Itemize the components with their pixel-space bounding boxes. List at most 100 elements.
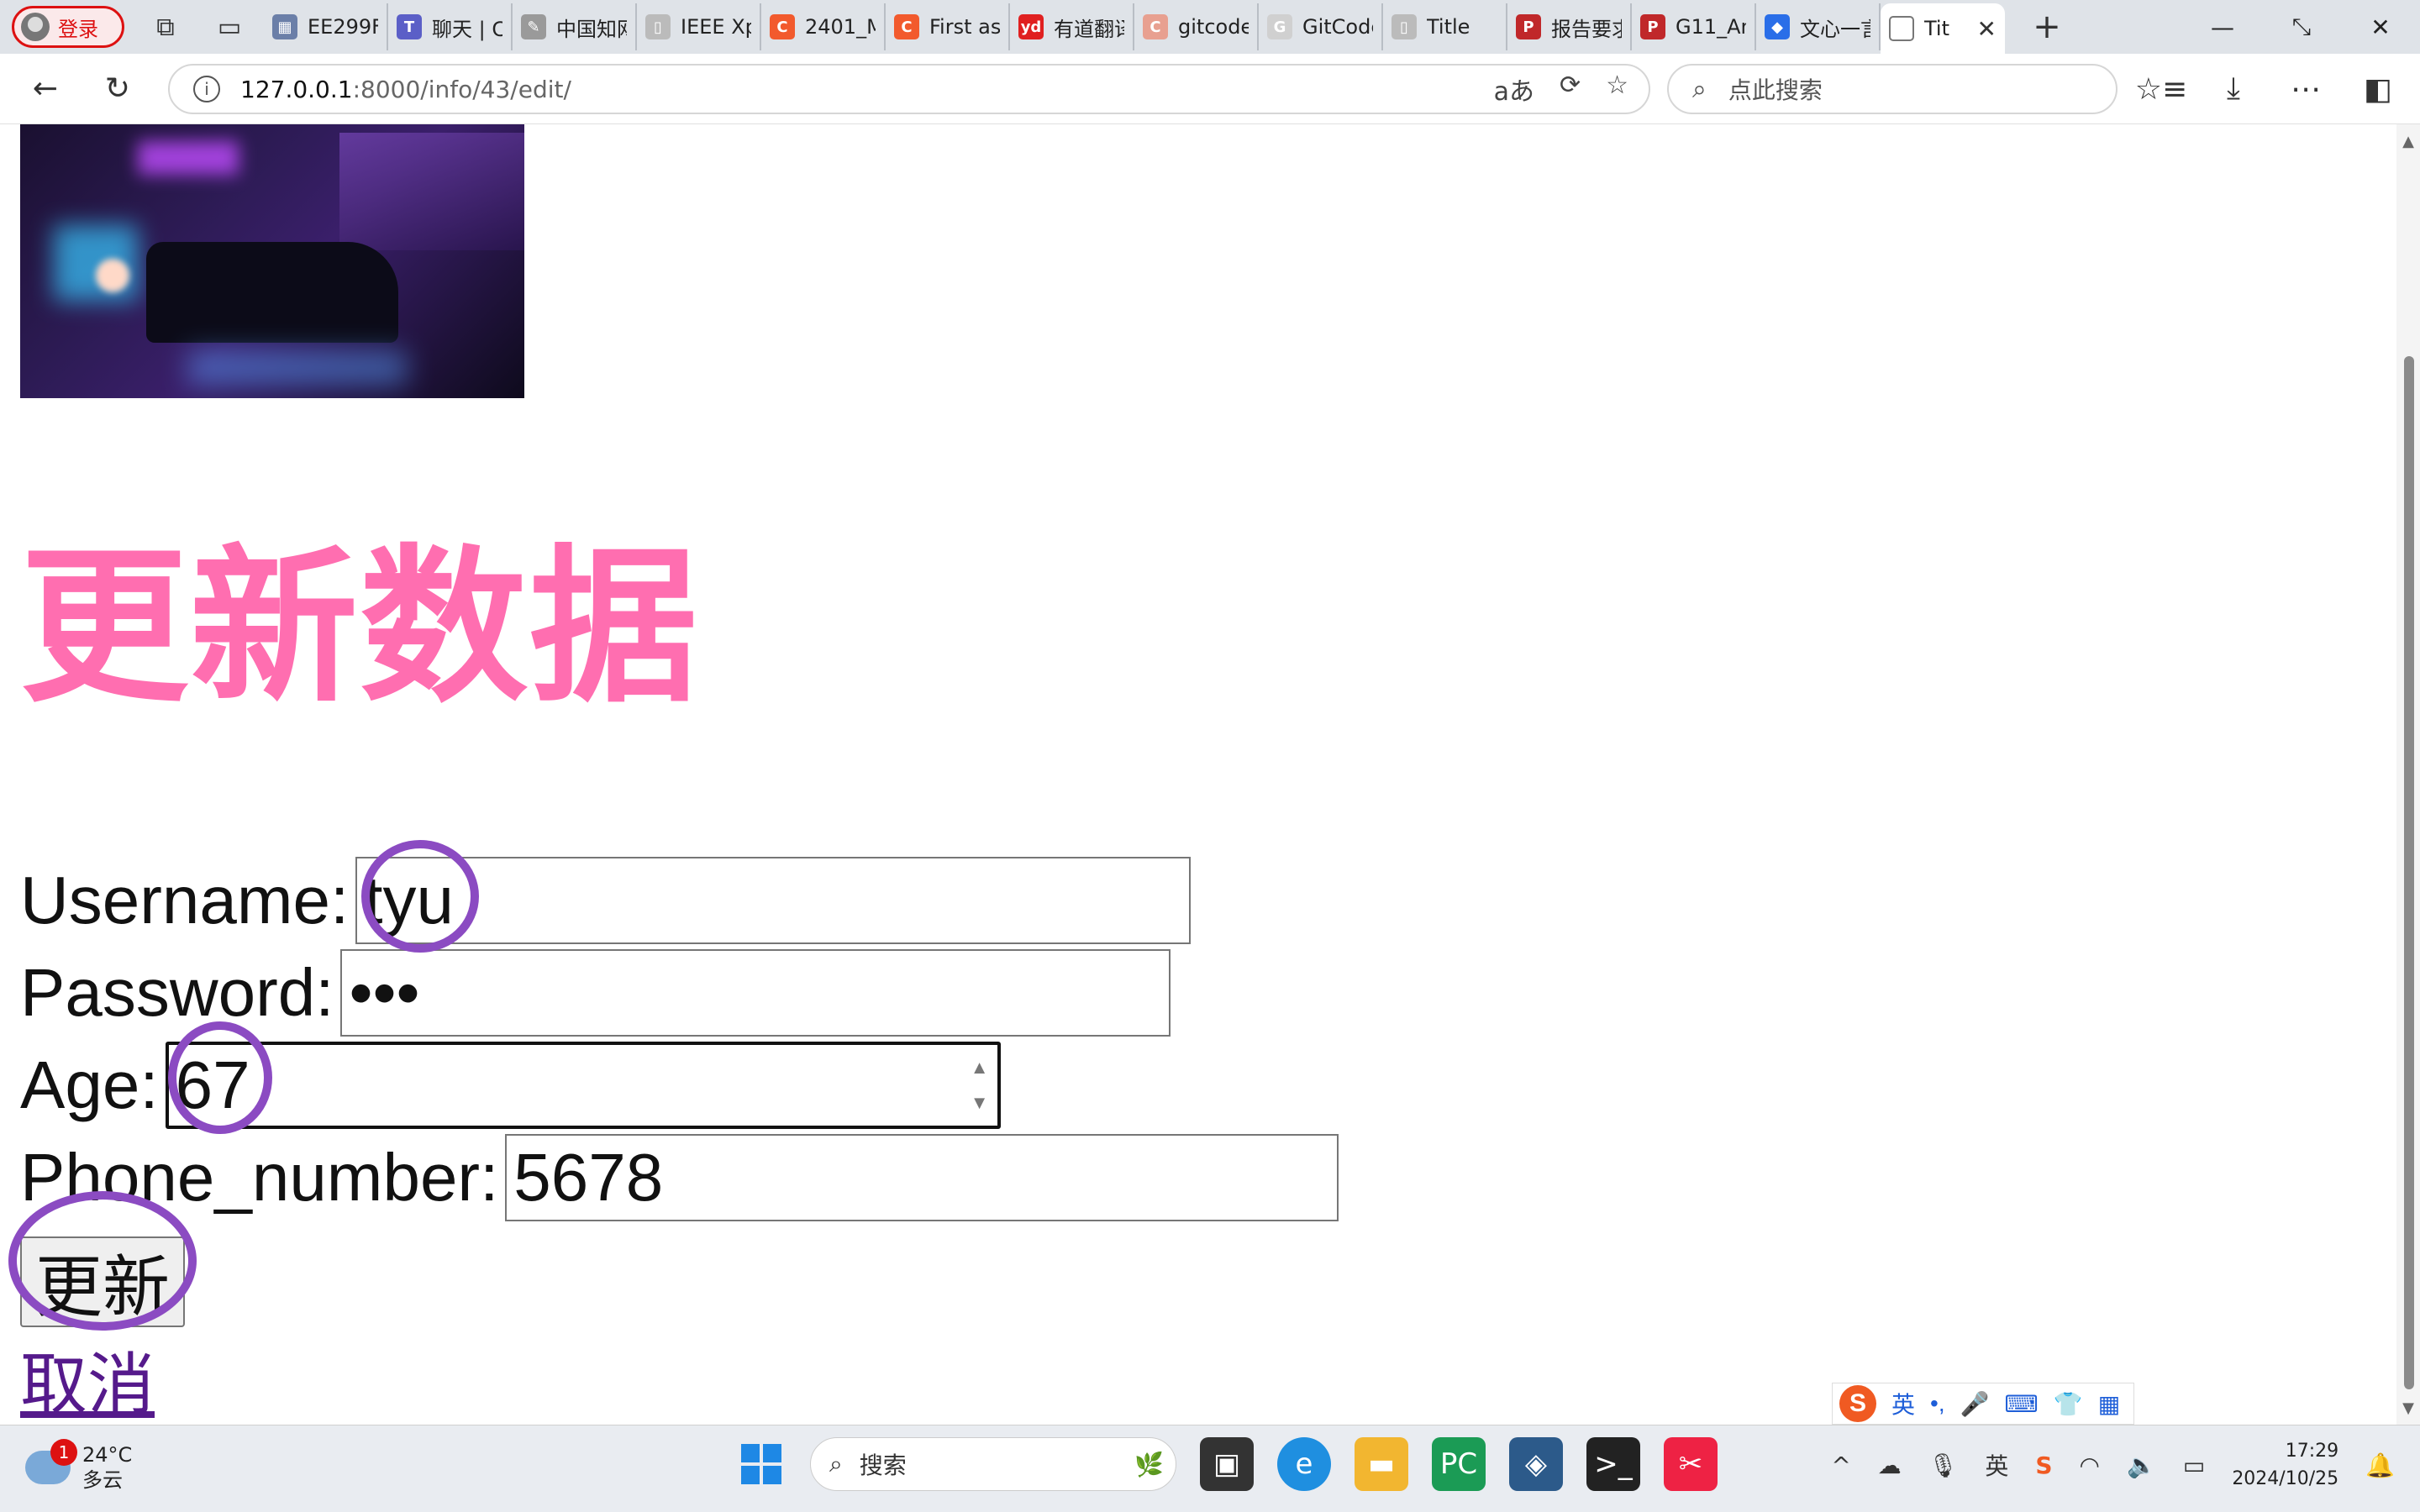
browser-tab[interactable]: ▦ EE299F2: [264, 3, 388, 50]
browser-tab[interactable]: P 报告要求: [1507, 3, 1632, 50]
browser-tab[interactable]: yd 有道翻译: [1010, 3, 1134, 50]
start-button[interactable]: [736, 1439, 786, 1489]
skin-icon[interactable]: 👕: [2054, 1390, 2083, 1418]
ime-punct[interactable]: •,: [1930, 1390, 1945, 1417]
tab-list: ▦ EE299F2 T 聊天 | C ✎ 中国知网 ▯ IEEE Xpl C 2401_M C Fir…: [264, 0, 1881, 54]
snipping-tool-icon[interactable]: ✂: [1664, 1437, 1718, 1491]
password-row: Password: •••: [20, 949, 1171, 1037]
browser-toolbar: ← ↻ i 127.0.0.1:8000/info/43/edit/ aあ ⟳ …: [0, 54, 2420, 124]
wifi-icon[interactable]: ◠: [2080, 1452, 2100, 1479]
favorites-icon: ☆≡: [2134, 71, 2188, 107]
username-input[interactable]: tyu: [355, 857, 1192, 944]
update-button[interactable]: 更新: [20, 1236, 185, 1327]
profile-button[interactable]: 登录: [12, 6, 124, 48]
collections-icon[interactable]: ⧉: [143, 4, 188, 50]
tab-favicon-icon: ▯: [1392, 14, 1417, 39]
more-icon: ⋯: [2291, 71, 2321, 107]
address-bar[interactable]: i 127.0.0.1:8000/info/43/edit/ aあ ⟳ ☆: [168, 64, 1650, 114]
tab-label: Title: [1427, 15, 1470, 39]
profile-label: 登录: [58, 17, 98, 41]
tab-favicon-icon: G: [1267, 14, 1292, 39]
ime-toolbar[interactable]: S 英 •, 🎤 ⌨ 👕 ▦: [1832, 1383, 2134, 1425]
address-actions: aあ ⟳ ☆: [1494, 71, 1628, 108]
battery-icon[interactable]: ▭: [2183, 1452, 2205, 1479]
back-button[interactable]: ←: [20, 64, 71, 114]
age-row: Age: 67 ▲ ▼: [20, 1042, 1001, 1129]
tab-active[interactable]: Tit ✕: [1881, 3, 2005, 54]
spin-down-icon[interactable]: ▼: [971, 1092, 989, 1114]
edge-browser-icon[interactable]: e: [1277, 1437, 1331, 1491]
sogou-tray-icon[interactable]: S: [2035, 1452, 2052, 1479]
restore-button[interactable]: ⤡: [2262, 0, 2341, 54]
search-box[interactable]: ⌕ 点此搜索: [1667, 64, 2118, 114]
downloads-button[interactable]: ⤓: [2208, 64, 2259, 114]
tab-label: 聊天 | C: [432, 17, 502, 41]
cancel-link[interactable]: 取消: [20, 1331, 155, 1425]
more-button[interactable]: ⋯: [2281, 64, 2331, 114]
browser-tab[interactable]: P G11_An: [1632, 3, 1756, 50]
ime-mode[interactable]: 英: [1891, 1387, 1915, 1420]
weather-temp: 24°C: [82, 1443, 133, 1467]
clock[interactable]: 17:29 2024/10/25: [2232, 1437, 2338, 1493]
password-input[interactable]: •••: [340, 949, 1171, 1037]
search-placeholder: 点此搜索: [1728, 76, 1823, 104]
ime-indicator[interactable]: 英: [1985, 1448, 2008, 1482]
weather-widget[interactable]: 1 24°C 多云: [25, 1439, 133, 1493]
browser-tab[interactable]: T 聊天 | C: [388, 3, 513, 50]
favorites-button[interactable]: ☆≡: [2134, 64, 2188, 114]
phone-label: Phone_number:: [20, 1140, 499, 1215]
taskbar: 1 24°C 多云 ⌕ 搜索 🌿 ▣ e ▬ PC ◈ >_ ✂ ^ ☁ 🎙 英…: [0, 1425, 2420, 1512]
microphone-icon[interactable]: 🎙: [1928, 1452, 1959, 1479]
browser-tab[interactable]: ◆ 文心一言: [1756, 3, 1881, 50]
tab-favicon-icon: yd: [1018, 14, 1044, 39]
close-window-button[interactable]: ✕: [2341, 0, 2420, 54]
notification-bell-icon[interactable]: 🔔: [2365, 1452, 2395, 1479]
scroll-up-icon[interactable]: ▲: [2400, 133, 2417, 150]
browser-tab[interactable]: ▯ IEEE Xpl: [637, 3, 761, 50]
page-scrollbar[interactable]: ▲ ▼: [2396, 124, 2420, 1425]
speaker-muted-icon[interactable]: 🔈: [2127, 1452, 2156, 1479]
age-spinner[interactable]: ▲ ▼: [971, 1057, 989, 1114]
tab-actions-icon[interactable]: ▭: [207, 4, 252, 50]
clock-time: 17:29: [2285, 1441, 2339, 1462]
info-icon[interactable]: i: [193, 76, 220, 102]
pycharm-icon[interactable]: PC: [1432, 1437, 1486, 1491]
search-icon: ⌕: [829, 1450, 843, 1478]
page-content: 更新数据 Username: tyu Password: ••• Age: 67…: [0, 124, 2396, 1425]
close-tab-icon[interactable]: ✕: [1977, 15, 1996, 43]
arrow-left-icon: ←: [32, 71, 59, 106]
browser-tab[interactable]: C 2401_M: [761, 3, 886, 50]
tab-favicon-icon: ◆: [1765, 14, 1790, 39]
chevron-up-icon[interactable]: ^: [1831, 1452, 1850, 1479]
minimize-button[interactable]: —: [2183, 0, 2262, 54]
scroll-thumb[interactable]: [2404, 356, 2414, 1389]
new-tab-button[interactable]: +: [2022, 2, 2072, 52]
mysql-workbench-icon[interactable]: ◈: [1509, 1437, 1563, 1491]
taskbar-search[interactable]: ⌕ 搜索 🌿: [810, 1437, 1176, 1491]
scroll-down-icon[interactable]: ▼: [2400, 1399, 2417, 1417]
avatar-icon: [21, 13, 50, 41]
keyboard-icon[interactable]: ⌨: [2004, 1390, 2038, 1418]
task-view-icon[interactable]: ▣: [1200, 1437, 1254, 1491]
browser-tab[interactable]: G GitCode: [1259, 3, 1383, 50]
browser-tab[interactable]: Cgitcode: [1134, 3, 1259, 50]
favorite-star-icon[interactable]: ☆: [1606, 71, 1628, 108]
grid-menu-icon[interactable]: ▦: [2098, 1390, 2120, 1418]
microphone-icon[interactable]: 🎤: [1960, 1390, 1990, 1418]
spin-up-icon[interactable]: ▲: [971, 1057, 989, 1079]
terminal-icon[interactable]: >_: [1586, 1437, 1640, 1491]
cloud-icon: 1: [25, 1439, 77, 1484]
phone-input[interactable]: 5678: [505, 1134, 1339, 1221]
sync-icon[interactable]: ⟳: [1560, 71, 1581, 108]
refresh-button[interactable]: ↻: [92, 64, 143, 114]
browser-tab[interactable]: C First ass: [886, 3, 1010, 50]
sidebar-button[interactable]: ◧: [2353, 64, 2403, 114]
browser-tab[interactable]: ▯ Title: [1383, 3, 1507, 50]
onedrive-icon[interactable]: ☁: [1878, 1452, 1902, 1479]
browser-tab[interactable]: ✎ 中国知网: [513, 3, 637, 50]
tab-favicon-icon: ✎: [521, 14, 546, 39]
window-controls: — ⤡ ✕: [2183, 0, 2420, 54]
file-explorer-icon[interactable]: ▬: [1355, 1437, 1408, 1491]
read-aloud-icon[interactable]: aあ: [1494, 71, 1534, 108]
age-input[interactable]: 67 ▲ ▼: [165, 1042, 1001, 1129]
